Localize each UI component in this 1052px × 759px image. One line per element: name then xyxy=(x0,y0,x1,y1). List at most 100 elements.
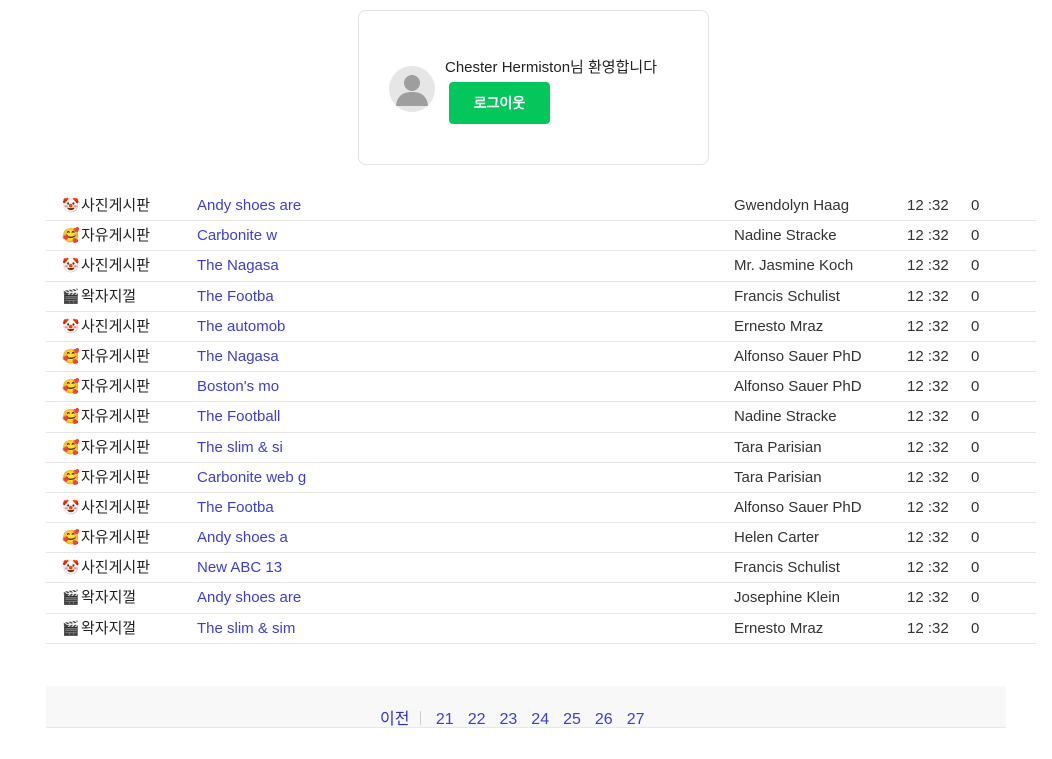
post-view-count: 0 xyxy=(971,347,980,365)
category-cell: 🥰 자유게시판 xyxy=(62,523,150,552)
grinning-face-icon: 🥰 xyxy=(62,529,80,546)
post-title-link[interactable]: Boston's mo xyxy=(197,372,279,401)
category-cell: 🥰 자유게시판 xyxy=(62,402,150,431)
post-view-count: 0 xyxy=(971,529,980,547)
post-author: Josephine Klein xyxy=(734,589,840,607)
pagination: 이전 21 22 23 24 25 26 27 xyxy=(46,686,1006,728)
table-row: 🤡 사진게시판 New ABC 13 Francis Schulist 12 :32 0 xyxy=(46,553,1036,584)
table-row: 🥰 자유게시판 Carbonite web g Tara Parisian 12 :32… xyxy=(46,463,1036,493)
category-label: 왁자지껄 xyxy=(81,619,137,637)
category-cell: 🤡 사진게시판 xyxy=(62,191,150,220)
post-time: 12 :32 xyxy=(907,559,949,577)
page-link[interactable]: 26 xyxy=(595,711,613,728)
table-row: 🥰 자유게시판 Carbonite w Nadine Stracke 12 :32 0 xyxy=(46,221,1036,252)
category-label: 자유게시판 xyxy=(81,408,151,426)
category-cell: 🤡 사진게시판 xyxy=(62,312,150,341)
clown-face-icon: 🤡 xyxy=(62,197,80,213)
table-row: 🥰 자유게시판 The Football Nadine Stracke 12 :32 0 xyxy=(46,402,1036,433)
post-author: Nadine Stracke xyxy=(734,227,837,245)
category-cell: 🥰 자유게시판 xyxy=(62,342,150,371)
post-time: 12 :32 xyxy=(907,317,949,335)
table-row: 🤡 사진게시판 The automob Ernesto Mraz 12 :32 0 xyxy=(46,312,1036,342)
page-link[interactable]: 22 xyxy=(468,711,486,728)
post-title-link[interactable]: The Nagasa xyxy=(197,342,279,371)
post-author: Ernesto Mraz xyxy=(734,619,824,637)
category-label: 왁자지껄 xyxy=(81,287,137,305)
post-title-link[interactable]: The Nagasa xyxy=(197,251,279,280)
post-title-link[interactable]: The slim & si xyxy=(197,433,283,462)
post-title-link[interactable]: Andy shoes are xyxy=(197,191,301,220)
post-title-link[interactable]: New ABC 13 xyxy=(197,553,282,582)
post-time: 12 :32 xyxy=(907,257,949,275)
clapper-board-icon: 🎬 xyxy=(62,589,80,606)
category-label: 자유게시판 xyxy=(81,347,151,365)
post-time: 12 :32 xyxy=(907,438,949,456)
post-title-link[interactable]: The slim & sim xyxy=(197,614,295,643)
post-title-link[interactable]: The automob xyxy=(197,312,285,341)
page-link[interactable]: 27 xyxy=(627,711,645,728)
post-author: Nadine Stracke xyxy=(734,408,837,426)
page-link[interactable]: 21 xyxy=(436,711,454,728)
post-title-link[interactable]: The Footba xyxy=(197,493,274,522)
avatar-icon xyxy=(389,66,435,112)
prev-page-link[interactable]: 이전 xyxy=(380,711,409,728)
post-author: Mr. Jasmine Koch xyxy=(734,257,854,275)
category-cell: 🤡 사진게시판 xyxy=(62,553,150,582)
post-time: 12 :32 xyxy=(907,589,949,607)
grinning-face-icon: 🥰 xyxy=(62,438,80,455)
post-title-link[interactable]: Andy shoes a xyxy=(197,523,288,552)
post-time: 12 :32 xyxy=(907,378,949,396)
category-label: 사진게시판 xyxy=(81,317,151,335)
post-view-count: 0 xyxy=(971,619,980,637)
page-link[interactable]: 25 xyxy=(563,711,581,728)
table-row: 🎬 왁자지껄 The Footba Francis Schulist 12 :32 0 xyxy=(46,282,1036,312)
post-view-count: 0 xyxy=(971,227,980,245)
post-time: 12 :32 xyxy=(907,498,949,516)
category-label: 사진게시판 xyxy=(81,559,151,577)
category-cell: 🤡 사진게시판 xyxy=(62,493,150,522)
post-author: Ernesto Mraz xyxy=(734,317,824,335)
post-title-link[interactable]: The Footba xyxy=(197,282,274,311)
post-author: Francis Schulist xyxy=(734,287,840,305)
post-author: Alfonso Sauer PhD xyxy=(734,378,862,396)
post-title-link[interactable]: Carbonite web g xyxy=(197,463,306,492)
clapper-board-icon: 🎬 xyxy=(62,287,80,304)
category-label: 사진게시판 xyxy=(81,498,151,516)
post-title-link[interactable]: Carbonite w xyxy=(197,221,277,250)
post-view-count: 0 xyxy=(971,287,980,305)
post-time: 12 :32 xyxy=(907,408,949,426)
grinning-face-icon: 🥰 xyxy=(62,227,80,244)
page-link[interactable]: 24 xyxy=(531,711,549,728)
page-link[interactable]: 23 xyxy=(500,711,518,728)
clown-face-icon: 🤡 xyxy=(62,498,80,515)
post-title-link[interactable]: The Football xyxy=(197,402,280,431)
category-label: 자유게시판 xyxy=(81,529,151,547)
post-view-count: 0 xyxy=(971,378,980,396)
post-view-count: 0 xyxy=(971,468,980,486)
post-author: Alfonso Sauer PhD xyxy=(734,498,862,516)
logout-button[interactable]: 로그이웃 xyxy=(449,82,550,124)
post-view-count: 0 xyxy=(971,559,980,577)
table-row: 🎬 왁자지껄 The slim & sim Ernesto Mraz 12 :32 0 xyxy=(46,614,1036,644)
grinning-face-icon: 🥰 xyxy=(62,408,80,425)
clapper-board-icon: 🎬 xyxy=(62,619,80,636)
clown-face-icon: 🤡 xyxy=(62,257,80,274)
table-row: 🥰 자유게시판 Boston's mo Alfonso Sauer PhD 12 :32… xyxy=(46,372,1036,403)
post-view-count: 0 xyxy=(971,197,980,214)
post-author: Gwendolyn Haag xyxy=(734,197,850,214)
category-label: 왁자지껄 xyxy=(81,589,137,607)
category-cell: 🤡 사진게시판 xyxy=(62,251,150,280)
post-view-count: 0 xyxy=(971,498,980,516)
category-cell: 🥰 자유게시판 xyxy=(62,372,150,401)
category-cell: 🎬 왁자지껄 xyxy=(62,614,136,643)
welcome-message: Chester Hermiston님 환영합니다 xyxy=(445,59,658,76)
post-time: 12 :32 xyxy=(907,619,949,637)
table-row: 🤡 사진게시판 Andy shoes are Gwendolyn Haag 12 :32… xyxy=(46,191,1036,222)
table-row: 🤡 사진게시판 The Nagasa Mr. Jasmine Koch 12 :32 0 xyxy=(46,251,1036,282)
grinning-face-icon: 🥰 xyxy=(62,347,80,364)
grinning-face-icon: 🥰 xyxy=(62,378,80,395)
post-time: 12 :32 xyxy=(907,529,949,547)
post-view-count: 0 xyxy=(971,257,980,275)
post-title-link[interactable]: Andy shoes are xyxy=(197,583,301,612)
category-cell: 🥰 자유게시판 xyxy=(62,433,150,462)
